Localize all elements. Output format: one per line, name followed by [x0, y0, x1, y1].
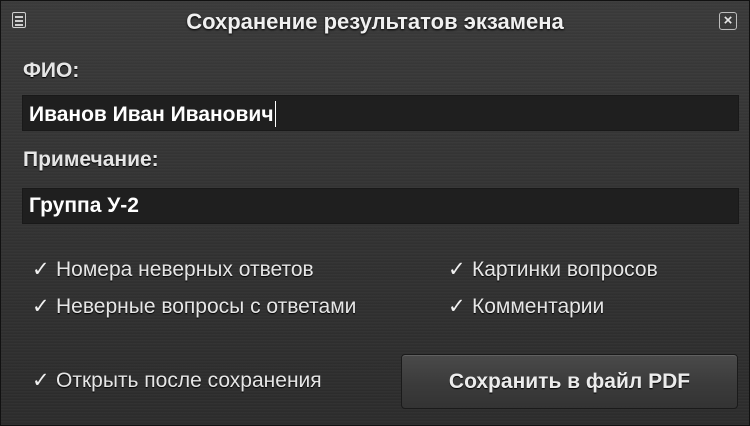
name-field-value: Иванов Иван Иванович [29, 103, 274, 126]
name-label: ФИО: [23, 59, 80, 82]
note-label: Примечание: [23, 148, 159, 171]
name-field[interactable]: Иванов Иван Иванович [22, 95, 739, 131]
dialog-title: Сохранение результатов экзамена [186, 9, 564, 34]
note-field[interactable]: Группа У-2 [22, 188, 739, 224]
checkbox-label: Неверные вопросы с ответами [56, 295, 357, 318]
checkmark-icon: ✓ [448, 258, 466, 281]
close-icon[interactable]: × [719, 12, 737, 30]
checkbox-label: Картинки вопросов [472, 258, 658, 281]
note-field-value: Группа У-2 [29, 194, 139, 217]
checkbox-label: Открыть после сохранения [56, 369, 322, 392]
save-pdf-button[interactable]: Сохранить в файл PDF [401, 354, 738, 409]
checkmark-icon: ✓ [32, 369, 50, 392]
save-results-dialog: Сохранение результатов экзамена × ФИО: И… [0, 0, 750, 426]
checkmark-icon: ✓ [32, 258, 50, 281]
title-bar: Сохранение результатов экзамена × [1, 1, 749, 41]
text-caret [274, 101, 276, 127]
checkmark-icon: ✓ [448, 295, 466, 318]
checkbox-label: Комментарии [472, 295, 605, 318]
checkmark-icon: ✓ [32, 295, 50, 318]
checkbox-label: Номера неверных ответов [56, 258, 314, 281]
